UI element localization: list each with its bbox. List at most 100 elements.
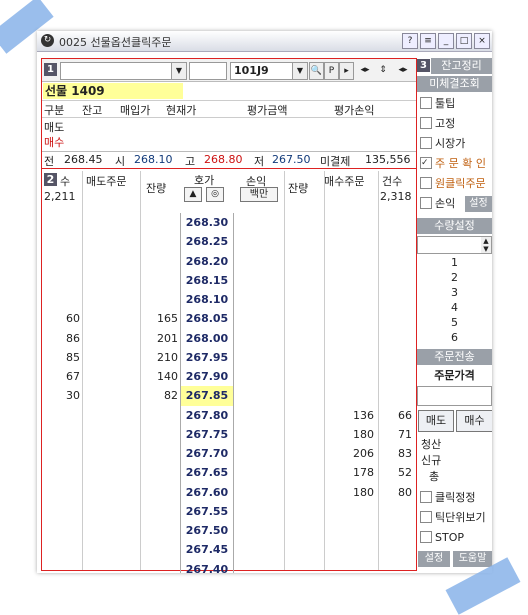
- buy-count-cell[interactable]: 83: [378, 444, 412, 463]
- order-confirm-check[interactable]: ✓ 주 문 확 인: [417, 156, 486, 172]
- buy-remain-cell[interactable]: [324, 213, 374, 232]
- ladder-row[interactable]: 267.70 206 83: [42, 444, 416, 464]
- sell-order-cell[interactable]: [42, 560, 80, 574]
- buy-count-cell[interactable]: [378, 502, 412, 521]
- sell-remain-cell[interactable]: 165: [140, 309, 178, 328]
- ladder-row[interactable]: 267.60 180 80: [42, 482, 416, 502]
- price-cell[interactable]: 268.10: [180, 290, 234, 310]
- buy-remain-cell[interactable]: [324, 290, 374, 309]
- price-cell[interactable]: 267.90: [180, 367, 234, 387]
- buy-count-cell[interactable]: [378, 540, 412, 559]
- buy-button[interactable]: 매수: [456, 410, 492, 432]
- buy-count-cell[interactable]: [378, 271, 412, 290]
- sell-order-cell[interactable]: [42, 406, 80, 425]
- buy-remain-cell[interactable]: 178: [324, 463, 374, 482]
- search-icon[interactable]: 🔍: [309, 62, 324, 80]
- sell-remain-cell[interactable]: [140, 406, 178, 425]
- buy-remain-cell[interactable]: 180: [324, 483, 374, 502]
- buy-count-cell[interactable]: 66: [378, 406, 412, 425]
- ladder-row[interactable]: 267.80 136 66: [42, 405, 416, 425]
- buy-remain-cell[interactable]: [324, 329, 374, 348]
- qty-settings-button[interactable]: 수량설정: [417, 218, 492, 234]
- ladder-row[interactable]: 267.45: [42, 540, 416, 560]
- center-icon[interactable]: ◎: [206, 187, 224, 202]
- p-button[interactable]: P: [324, 62, 339, 80]
- sell-remain-cell[interactable]: [140, 232, 178, 251]
- checkbox-icon[interactable]: [420, 97, 432, 109]
- buy-remain-cell[interactable]: [324, 540, 374, 559]
- tooltip-check[interactable]: 툴팁: [417, 96, 455, 112]
- buy-count-cell[interactable]: [378, 232, 412, 251]
- ladder-row[interactable]: 267.40: [42, 559, 416, 574]
- code-select[interactable]: 101J9 ▼: [230, 62, 308, 80]
- sell-order-cell[interactable]: 60: [42, 309, 80, 328]
- sell-remain-cell[interactable]: 201: [140, 329, 178, 348]
- expand-horizontal-icon[interactable]: ◂▸: [356, 62, 374, 78]
- help-icon[interactable]: ?: [402, 33, 418, 49]
- sell-remain-cell[interactable]: [140, 252, 178, 271]
- sell-order-cell[interactable]: [42, 521, 80, 540]
- order-price-input[interactable]: [417, 386, 492, 406]
- price-cell[interactable]: 267.65: [180, 463, 234, 483]
- price-cell[interactable]: 267.80: [180, 405, 234, 425]
- unfilled-query-button[interactable]: 미체결조회: [417, 76, 492, 92]
- help-button[interactable]: 도움말: [453, 551, 492, 567]
- buy-remain-cell[interactable]: [324, 309, 374, 328]
- pnl-unit-button[interactable]: 백만: [240, 187, 278, 202]
- sell-order-cell[interactable]: [42, 444, 80, 463]
- one-click-check[interactable]: 원클릭주문: [417, 176, 486, 192]
- settings-button[interactable]: 설정: [418, 551, 450, 567]
- password-input[interactable]: [189, 62, 227, 80]
- ladder-row[interactable]: 67 140 267.90: [42, 367, 416, 387]
- checkbox-icon[interactable]: [420, 197, 432, 209]
- buy-remain-cell[interactable]: 180: [324, 425, 374, 444]
- sell-order-cell[interactable]: [42, 271, 80, 290]
- buy-remain-cell[interactable]: [324, 252, 374, 271]
- price-cell[interactable]: 268.25: [180, 232, 234, 252]
- expand-vertical-icon[interactable]: ⇕: [376, 62, 390, 78]
- sell-order-cell[interactable]: [42, 463, 80, 482]
- collapse-horizontal-icon[interactable]: ◂▸: [394, 62, 412, 78]
- qty-input[interactable]: ▲ ▼: [417, 236, 492, 254]
- buy-count-cell[interactable]: 80: [378, 483, 412, 502]
- buy-remain-cell[interactable]: 206: [324, 444, 374, 463]
- minimize-icon[interactable]: _: [438, 33, 454, 49]
- checkbox-icon[interactable]: [420, 531, 432, 543]
- scroll-up-button[interactable]: ▲: [184, 187, 202, 202]
- price-cell[interactable]: 267.95: [180, 347, 234, 367]
- buy-count-cell[interactable]: 71: [378, 425, 412, 444]
- qty-option[interactable]: 2: [417, 270, 492, 286]
- menu-icon[interactable]: ≡: [420, 33, 436, 49]
- close-icon[interactable]: ×: [474, 33, 490, 49]
- sell-remain-cell[interactable]: [140, 540, 178, 559]
- buy-remain-cell[interactable]: [324, 560, 374, 574]
- sell-remain-cell[interactable]: [140, 444, 178, 463]
- pnl-check[interactable]: 손익: [417, 196, 455, 212]
- pnl-settings-button[interactable]: 설정: [465, 196, 492, 212]
- ladder-row[interactable]: 268.10: [42, 290, 416, 310]
- buy-remain-cell[interactable]: [324, 521, 374, 540]
- sell-remain-cell[interactable]: [140, 483, 178, 502]
- sell-remain-cell[interactable]: [140, 290, 178, 309]
- ladder-row[interactable]: 268.20: [42, 251, 416, 271]
- sell-remain-cell[interactable]: [140, 271, 178, 290]
- sell-order-cell[interactable]: 30: [42, 386, 80, 405]
- sell-order-cell[interactable]: [42, 232, 80, 251]
- checkbox-icon[interactable]: [420, 177, 432, 189]
- buy-remain-cell[interactable]: [324, 232, 374, 251]
- ladder-row[interactable]: 85 210 267.95: [42, 347, 416, 367]
- qty-option[interactable]: 5: [417, 315, 492, 331]
- checkbox-icon[interactable]: [420, 511, 432, 523]
- sell-order-cell[interactable]: [42, 425, 80, 444]
- chevron-down-icon[interactable]: ▼: [292, 63, 307, 79]
- buy-count-cell[interactable]: [378, 329, 412, 348]
- qty-option[interactable]: 6: [417, 330, 492, 346]
- checkbox-icon[interactable]: [420, 117, 432, 129]
- buy-remain-cell[interactable]: [324, 348, 374, 367]
- maximize-icon[interactable]: □: [456, 33, 472, 49]
- price-cell[interactable]: 268.30: [180, 213, 234, 233]
- ladder-row[interactable]: 86 201 268.00: [42, 328, 416, 348]
- buy-remain-cell[interactable]: [324, 271, 374, 290]
- sell-remain-cell[interactable]: [140, 521, 178, 540]
- tick-view-check[interactable]: 틱단위보기: [417, 510, 486, 526]
